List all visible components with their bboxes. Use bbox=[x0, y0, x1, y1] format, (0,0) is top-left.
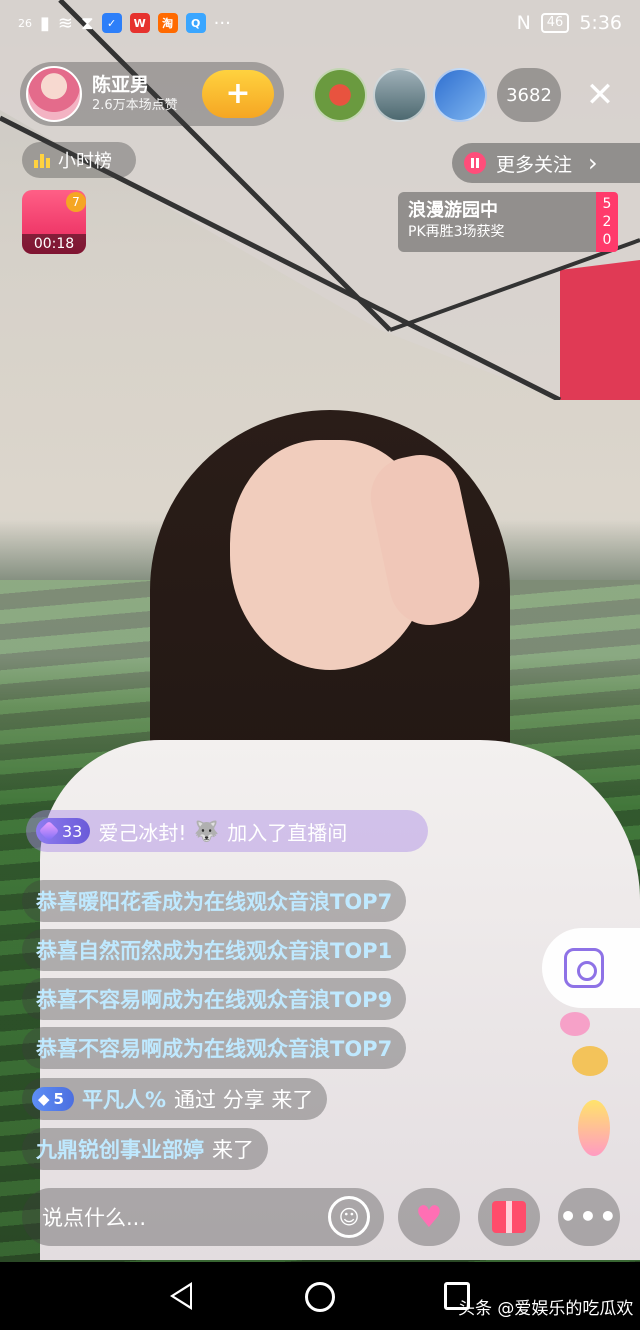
chat-message: 恭喜自然而然成为在线观众音浪TOP1 bbox=[22, 929, 407, 971]
level-number: 5 bbox=[53, 1090, 64, 1108]
pk-score: 5 2 0 bbox=[596, 192, 618, 252]
camera-icon bbox=[564, 948, 604, 988]
clock: 5:36 bbox=[579, 12, 622, 34]
status-bar: 26 ▮ ≋ ⧗ ✓ W 淘 Q ··· N 46 5:36 bbox=[0, 0, 640, 46]
shield-icon: ✓ bbox=[101, 13, 122, 33]
pk-title: 浪漫游园中 bbox=[408, 200, 498, 221]
diamond-icon: ◆ bbox=[38, 1090, 50, 1108]
treasure-box-badge: 7 bbox=[66, 192, 86, 212]
home-icon[interactable] bbox=[305, 1282, 335, 1312]
more-notifications-icon: ··· bbox=[213, 12, 231, 34]
signal-icon: ▮ bbox=[40, 12, 50, 34]
floating-like-icon bbox=[560, 1012, 590, 1036]
wifi-icon: ≋ bbox=[57, 12, 73, 34]
pk-card[interactable]: 浪漫游园中 PK再胜3场获奖 bbox=[398, 192, 596, 252]
like-button[interactable]: ♥ bbox=[398, 1188, 460, 1246]
hourglass-icon: ⧗ bbox=[81, 12, 94, 34]
wolf-icon: 🐺 bbox=[194, 819, 220, 843]
viewer-count[interactable]: 3682 bbox=[497, 68, 561, 122]
chat-message: ◆ 5 平凡人% 通过 分享 来了 bbox=[22, 1078, 328, 1120]
join-text: 加入了直播间 bbox=[227, 820, 348, 845]
host-likes: 2.6万本场点赞 bbox=[92, 98, 178, 113]
hourly-rank-button[interactable]: 小时榜 bbox=[22, 142, 136, 178]
chat-action: 通过 分享 来了 bbox=[174, 1088, 314, 1112]
close-icon[interactable]: ✕ bbox=[580, 75, 620, 115]
level-badge: 33 bbox=[36, 818, 91, 844]
level-number: 33 bbox=[62, 821, 83, 841]
rank-label: 小时榜 bbox=[58, 151, 112, 172]
battery-icon: 46 bbox=[540, 13, 570, 33]
chat-message: 恭喜不容易啊成为在线观众音浪TOP7 bbox=[22, 1027, 407, 1069]
chat-user-name: 九鼎锐创事业部婷 bbox=[36, 1138, 204, 1162]
chat-action: 来了 bbox=[212, 1138, 254, 1162]
emoji-icon[interactable]: ☺ bbox=[328, 1196, 370, 1238]
join-notice: 33 爱己冰封! 🐺 加入了直播间 bbox=[26, 810, 428, 852]
join-user-name: 爱己冰封! bbox=[98, 820, 187, 845]
level-badge: ◆ 5 bbox=[32, 1087, 74, 1111]
viewer-avatar[interactable] bbox=[433, 68, 487, 122]
pk-score-digit: 5 bbox=[602, 196, 612, 212]
screenshot-button[interactable] bbox=[542, 928, 640, 1008]
host-name: 陈亚男 bbox=[92, 74, 150, 96]
nfc-icon: N bbox=[516, 12, 531, 34]
chat-message: 恭喜暖阳花香成为在线观众音浪TOP7 bbox=[22, 880, 407, 922]
comment-placeholder: 说点什么... bbox=[42, 1206, 147, 1230]
floating-like-icon bbox=[578, 1100, 610, 1156]
chat-message: 九鼎锐创事业部婷 来了 bbox=[22, 1128, 268, 1170]
chat-message: 恭喜不容易啊成为在线观众音浪TOP9 bbox=[22, 978, 407, 1020]
follow-button[interactable]: + bbox=[202, 70, 274, 118]
chevron-right-icon: › bbox=[588, 149, 598, 177]
signal-strength: 26 bbox=[18, 16, 32, 30]
gift-icon bbox=[492, 1201, 526, 1233]
bar-chart-icon bbox=[34, 152, 50, 168]
viewer-avatar[interactable] bbox=[313, 68, 367, 122]
search-app-icon: Q bbox=[185, 13, 206, 33]
more-follow-button[interactable]: 更多关注 › bbox=[452, 143, 640, 183]
more-button[interactable]: ••• bbox=[558, 1188, 620, 1246]
host-avatar[interactable] bbox=[26, 66, 82, 122]
pk-score-digit: 0 bbox=[602, 232, 612, 248]
chat-user-name: 平凡人% bbox=[81, 1088, 167, 1112]
gift-button[interactable] bbox=[478, 1188, 540, 1246]
gem-icon bbox=[38, 820, 60, 842]
watermark: 头条 @爱娱乐的吃瓜欢 bbox=[458, 1299, 634, 1319]
treasure-box-timer: 00:18 bbox=[22, 234, 86, 254]
plus-icon: + bbox=[225, 76, 251, 111]
weibo-icon: W bbox=[129, 13, 150, 33]
more-follow-label: 更多关注 bbox=[496, 153, 573, 176]
live-icon bbox=[464, 152, 486, 174]
taobao-icon: 淘 bbox=[157, 13, 178, 33]
host-info-pill[interactable]: 陈亚男 2.6万本场点赞 + bbox=[20, 62, 284, 126]
pk-score-digit: 2 bbox=[602, 214, 612, 230]
floating-like-icon bbox=[572, 1046, 608, 1076]
more-dots-icon: ••• bbox=[559, 1200, 619, 1233]
pk-subtitle: PK再胜3场获奖 bbox=[408, 224, 505, 240]
viewer-avatar[interactable] bbox=[373, 68, 427, 122]
live-video-background bbox=[0, 0, 640, 1262]
heart-icon: ♥ bbox=[415, 1199, 443, 1235]
back-icon[interactable] bbox=[170, 1282, 192, 1310]
